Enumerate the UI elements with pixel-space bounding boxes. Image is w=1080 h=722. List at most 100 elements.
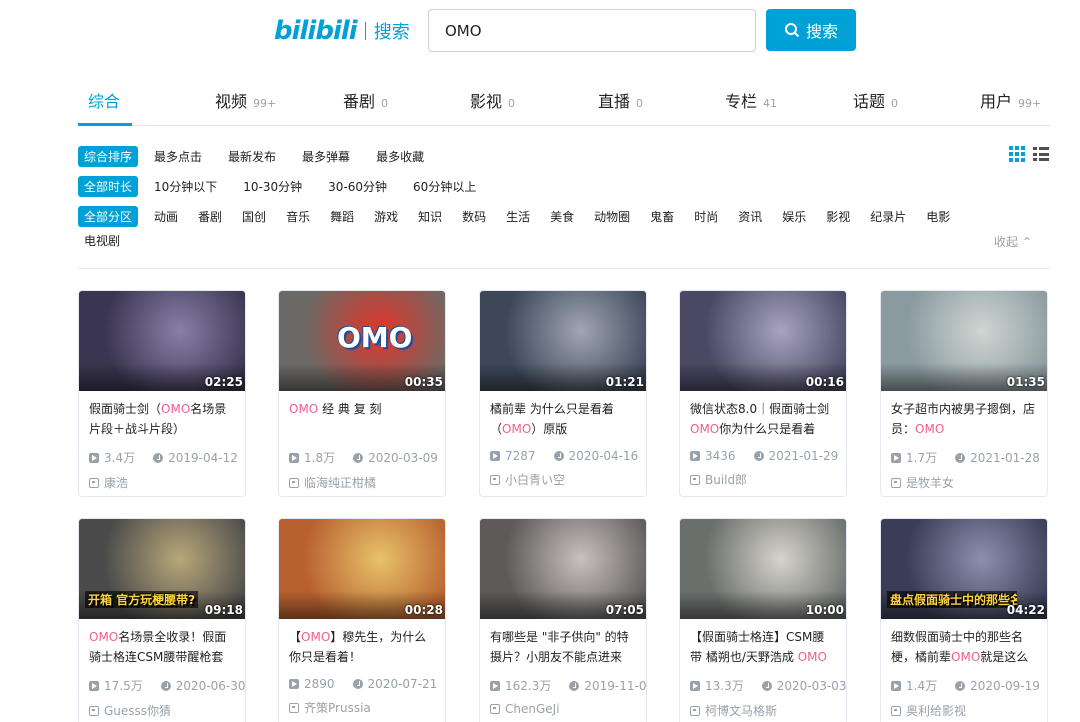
collapse-filters-button[interactable]: 收起 ⌃ <box>994 233 1032 250</box>
title-keyword-highlight: OMO <box>690 422 720 436</box>
zone-option[interactable]: 美食 <box>550 208 574 225</box>
uploader-link[interactable]: 奥利给影视 <box>891 702 1037 719</box>
video-card[interactable]: 02:25 假面骑士剑（OMO名场景片段＋战斗片段） 3.4万 2019-04-12 康… <box>78 290 246 497</box>
video-card[interactable]: OMO 00:35 OMO 经 典 复 刻 1.8万 2020-03-09 临海纯正柑橘 <box>278 290 446 497</box>
duration-option[interactable]: 10分钟以下 <box>154 178 217 195</box>
zone-option[interactable]: 国创 <box>242 208 266 225</box>
video-title[interactable]: 【假面骑士格连】CSM腰带 橘朔也/天野浩成 OMO前辈 <box>690 627 836 667</box>
zone-option[interactable]: 游戏 <box>374 208 398 225</box>
sort-option[interactable]: 最多弹幕 <box>302 148 350 165</box>
video-thumbnail[interactable]: 开箱 官方玩梗腰带? 09:18 <box>79 519 245 619</box>
video-card[interactable]: 00:28 【OMO】穆先生，为什么你只是看着！ 2890 2020-07-21 齐策P… <box>278 518 446 722</box>
uploader-link[interactable]: 是牧羊女 <box>891 474 1037 491</box>
video-thumbnail[interactable]: 10:00 <box>680 519 846 619</box>
zone-filter-row-2: 电视剧 <box>84 232 120 249</box>
video-title[interactable]: 橘前辈 为什么只是看着（OMO）原版 <box>490 399 636 439</box>
video-duration: 00:16 <box>805 375 844 389</box>
zone-option[interactable]: 电视剧 <box>84 232 120 249</box>
video-thumbnail[interactable]: 00:28 <box>279 519 445 619</box>
zone-option[interactable]: 数码 <box>462 208 486 225</box>
duration-filter-active[interactable]: 全部时长 <box>78 176 139 197</box>
zone-option[interactable]: 娱乐 <box>782 208 806 225</box>
tab-live[interactable]: 直播 0 <box>598 88 643 112</box>
video-card[interactable]: 盘点假面骑士中的那些名梗04:22 细数假面骑士中的那些名梗，橘前辈OMO就是这么… <box>880 518 1048 722</box>
search-button[interactable]: 搜索 <box>766 9 856 51</box>
tab-user[interactable]: 用户 99+ <box>980 88 1041 112</box>
duration-option[interactable]: 60分钟以上 <box>413 178 476 195</box>
zone-option[interactable]: 番剧 <box>198 208 222 225</box>
video-title[interactable]: 假面骑士剑（OMO名场景片段＋战斗片段） <box>89 399 235 439</box>
play-count-icon <box>490 451 500 461</box>
zone-option[interactable]: 影视 <box>826 208 850 225</box>
video-title[interactable]: 细数假面骑士中的那些名梗，橘前辈OMO就是这么 <box>891 627 1037 667</box>
video-card[interactable]: 01:35 女子超市内被男子摁倒，店员：OMO 1.7万 2021-01-28 是牧羊女 <box>880 290 1048 497</box>
video-card[interactable]: 07:05 有哪些是 "非子供向" 的特摄片？小朋友不能点进来 162.3万 2019… <box>479 518 647 722</box>
video-card[interactable]: 开箱 官方玩梗腰带? 09:18 OMO名场景全收录！假面骑士格连CSM腰带醒枪套装… <box>78 518 246 722</box>
uploader-link[interactable]: 柯博文马格斯 <box>690 702 836 719</box>
video-thumbnail[interactable]: 07:05 <box>480 519 646 619</box>
zone-option[interactable]: 知识 <box>418 208 442 225</box>
title-text: 假面骑士剑（ <box>89 402 162 416</box>
duration-option[interactable]: 10-30分钟 <box>243 178 302 195</box>
title-text: 就是这么 <box>980 650 1029 664</box>
video-card[interactable]: 10:00 【假面骑士格连】CSM腰带 橘朔也/天野浩成 OMO前辈 13.3万 20… <box>679 518 847 722</box>
uploader-link[interactable]: 小白青い空 <box>490 471 636 488</box>
tab-label: 影视 <box>470 92 503 111</box>
tab-bangumi[interactable]: 番剧 0 <box>343 88 388 112</box>
zone-option[interactable]: 电影 <box>926 208 950 225</box>
uploader-link[interactable]: Guesss你猜 <box>89 702 235 719</box>
video-thumbnail[interactable]: OMO 00:35 <box>279 291 445 391</box>
sort-option[interactable]: 最新发布 <box>228 148 276 165</box>
video-thumbnail[interactable]: 01:21 <box>480 291 646 391</box>
zone-option[interactable]: 时尚 <box>694 208 718 225</box>
sort-filter-active[interactable]: 综合排序 <box>78 146 139 167</box>
tab-movie[interactable]: 影视 0 <box>470 88 515 112</box>
video-title[interactable]: OMO 经 典 复 刻 <box>289 399 435 439</box>
tab-video[interactable]: 视频 99+ <box>215 88 276 112</box>
video-thumbnail[interactable]: 02:25 <box>79 291 245 391</box>
video-card[interactable]: 01:21 橘前辈 为什么只是看着（OMO）原版 7287 2020-04-16 小白青… <box>479 290 647 497</box>
zone-option[interactable]: 音乐 <box>286 208 310 225</box>
video-thumbnail[interactable]: 盘点假面骑士中的那些名梗04:22 <box>881 519 1047 619</box>
sort-option[interactable]: 最多点击 <box>154 148 202 165</box>
uploader-link[interactable]: ChenGeJi <box>490 702 636 716</box>
play-count-icon <box>490 680 500 691</box>
list-view-icon[interactable] <box>1033 146 1049 162</box>
uploader-link[interactable]: 齐策Prussia <box>289 699 435 716</box>
video-title[interactable]: OMO名场景全收录！假面骑士格连CSM腰带醒枪套装 <box>89 627 235 667</box>
search-input-wrapper[interactable] <box>428 9 756 52</box>
video-title[interactable]: 【OMO】穆先生，为什么你只是看着！ <box>289 627 435 667</box>
video-thumbnail[interactable]: 01:35 <box>881 291 1047 391</box>
zone-option[interactable]: 生活 <box>506 208 530 225</box>
duration-option[interactable]: 30-60分钟 <box>328 178 387 195</box>
video-thumbnail[interactable]: 00:16 <box>680 291 846 391</box>
video-title[interactable]: 有哪些是 "非子供向" 的特摄片？小朋友不能点进来 <box>490 627 636 667</box>
zone-option[interactable]: 资讯 <box>738 208 762 225</box>
tab-count: 41 <box>763 97 778 110</box>
tab-topic[interactable]: 话题 0 <box>853 88 898 112</box>
tab-all[interactable]: 综合 <box>88 88 120 112</box>
search-input[interactable] <box>445 21 739 40</box>
sort-option[interactable]: 最多收藏 <box>376 148 424 165</box>
uploader-link[interactable]: Build郎 <box>690 471 836 488</box>
upload-date: 2021-01-28 <box>955 449 1040 466</box>
zone-option[interactable]: 舞蹈 <box>330 208 354 225</box>
uploader-link[interactable]: 临海纯正柑橘 <box>289 474 435 491</box>
zone-option[interactable]: 动画 <box>154 208 178 225</box>
zone-option[interactable]: 鬼畜 <box>650 208 674 225</box>
clock-icon <box>569 680 580 691</box>
uploader-link[interactable]: 康浩 <box>89 474 235 491</box>
grid-view-icon[interactable] <box>1009 146 1025 162</box>
uploader-name: ChenGeJi <box>505 702 560 716</box>
view-count: 7287 <box>490 449 536 463</box>
title-keyword-highlight: OMO <box>89 630 119 644</box>
video-card[interactable]: 00:16 微信状态8.0｜假面骑士剑 OMO你为什么只是看着 3436 2021-01… <box>679 290 847 497</box>
uploader-name: 奥利给影视 <box>906 704 967 718</box>
tab-article[interactable]: 专栏 41 <box>725 88 777 112</box>
video-title[interactable]: 女子超市内被男子摁倒，店员：OMO <box>891 399 1037 439</box>
bilibili-logo[interactable]: bilibili 搜索 <box>274 14 410 48</box>
video-title[interactable]: 微信状态8.0｜假面骑士剑 OMO你为什么只是看着 <box>690 399 836 439</box>
zone-option[interactable]: 纪录片 <box>870 208 906 225</box>
zone-filter-active[interactable]: 全部分区 <box>78 206 139 227</box>
zone-option[interactable]: 动物圈 <box>594 208 630 225</box>
